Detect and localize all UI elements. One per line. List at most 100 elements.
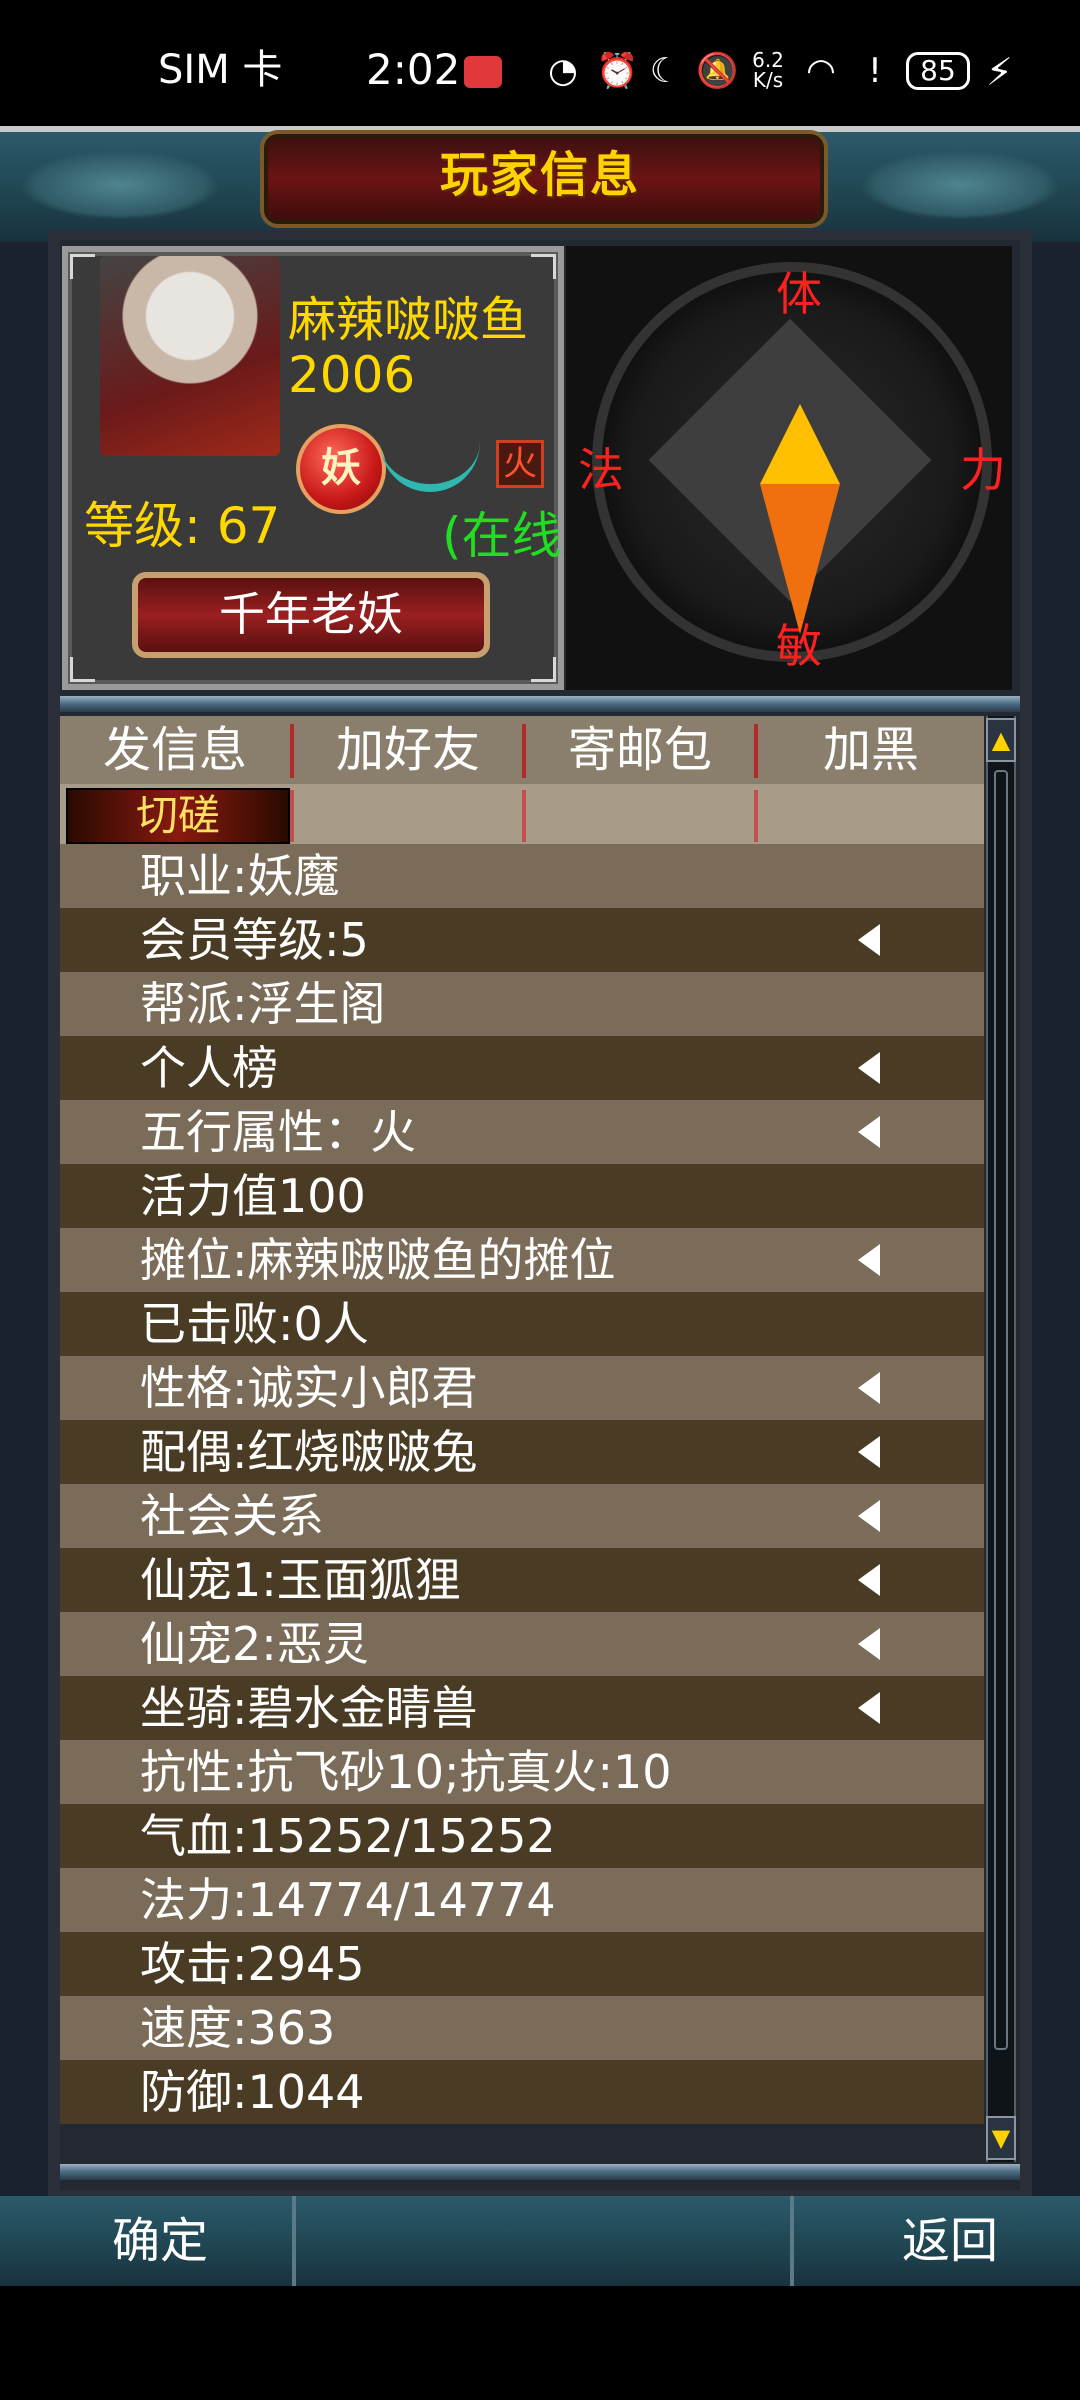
notification-icon xyxy=(464,56,502,88)
info-row: 法力:14774/14774 xyxy=(60,1868,984,1932)
clock: 2:02 xyxy=(366,45,461,94)
confirm-button[interactable]: 确定 xyxy=(60,2198,260,2284)
alarm-icon: ⏰ xyxy=(596,51,639,91)
info-row-label: 职业:妖魔 xyxy=(140,849,340,903)
race-badge-icon: 妖 xyxy=(296,424,386,514)
spar-button[interactable]: 切磋 xyxy=(66,788,290,844)
info-row: 速度:363 xyxy=(60,1996,984,2060)
status-bar: SIM 卡 2:02 ◔ ⏰ ☾ 🔕 6.2 K/s ◠ ! 85 ⚡ xyxy=(0,0,1080,126)
divider xyxy=(60,2164,1020,2180)
sim-status: SIM 卡 xyxy=(158,47,283,93)
info-row[interactable]: 性格:诚实小郎君 xyxy=(60,1356,984,1420)
info-row-label: 会员等级:5 xyxy=(140,913,369,967)
charging-icon: ⚡ xyxy=(986,50,1013,94)
expand-arrow-icon[interactable] xyxy=(858,1628,880,1660)
online-status: (在线) xyxy=(442,507,582,565)
expand-arrow-icon[interactable] xyxy=(858,1564,880,1596)
player-level: 等级: 67 xyxy=(84,497,281,555)
info-row-label: 坐骑:碧水金睛兽 xyxy=(140,1681,478,1735)
info-row-label: 摊位:麻辣啵啵鱼的摊位 xyxy=(140,1233,616,1287)
wifi-icon: ◠ xyxy=(806,51,836,91)
separator xyxy=(290,790,294,842)
player-id: 2006 xyxy=(288,346,416,404)
expand-arrow-icon[interactable] xyxy=(858,1244,880,1276)
page-title: 玩家信息 xyxy=(439,147,640,203)
expand-arrow-icon[interactable] xyxy=(858,1052,880,1084)
info-row[interactable]: 配偶:红烧啵啵兔 xyxy=(60,1420,984,1484)
info-row-label: 活力值100 xyxy=(140,1169,366,1223)
cloud-ornament-right xyxy=(860,150,1060,220)
divider xyxy=(60,696,1020,712)
corner-ornament xyxy=(531,657,556,682)
info-row-label: 仙宠1:玉面狐狸 xyxy=(140,1553,461,1607)
corner-ornament xyxy=(70,657,95,682)
info-row[interactable]: 个人榜 xyxy=(60,1036,984,1100)
data-icon: ◔ xyxy=(548,51,578,91)
info-row-label: 法力:14774/14774 xyxy=(140,1873,556,1927)
send-parcel-button[interactable]: 寄邮包 xyxy=(526,716,754,784)
moon-icon: ☾ xyxy=(649,51,681,91)
info-row-label: 仙宠2:恶灵 xyxy=(140,1617,369,1671)
alert-icon: ! xyxy=(868,51,882,91)
info-row-label: 性格:诚实小郎君 xyxy=(140,1361,478,1415)
info-row-label: 个人榜 xyxy=(140,1041,278,1095)
info-row[interactable]: 仙宠2:恶灵 xyxy=(60,1612,984,1676)
info-row: 帮派:浮生阁 xyxy=(60,972,984,1036)
info-row[interactable]: 会员等级:5 xyxy=(60,908,984,972)
info-row: 抗性:抗飞砂10;抗真火:10 xyxy=(60,1740,984,1804)
cloud-ornament-left xyxy=(20,150,220,220)
info-row: 攻击:2945 xyxy=(60,1932,984,1996)
network-speed: 6.2 K/s xyxy=(752,48,784,92)
back-button[interactable]: 返回 xyxy=(850,2198,1050,2284)
add-friend-button[interactable]: 加好友 xyxy=(294,716,522,784)
expand-arrow-icon[interactable] xyxy=(858,1692,880,1724)
attr-label-left: 法 xyxy=(578,443,624,497)
player-info-list[interactable]: 职业:妖魔会员等级:5 帮派:浮生阁 个人榜五行属性：火 活力值100 摊位:麻辣啵啵鱼… xyxy=(60,844,984,2164)
expand-arrow-icon[interactable] xyxy=(858,924,880,956)
separator xyxy=(754,790,758,842)
player-title-plaque: 千年老妖 xyxy=(132,572,490,658)
info-row[interactable]: 仙宠1:玉面狐狸 xyxy=(60,1548,984,1612)
separator xyxy=(522,790,526,842)
expand-arrow-icon[interactable] xyxy=(858,1436,880,1468)
info-row: 活力值100 xyxy=(60,1164,984,1228)
scroll-up-button[interactable]: ▲ xyxy=(986,718,1016,762)
info-row[interactable]: 五行属性：火 xyxy=(60,1100,984,1164)
separator xyxy=(292,2196,296,2286)
nav-area xyxy=(0,2286,1080,2400)
info-row: 职业:妖魔 xyxy=(60,844,984,908)
corner-ornament xyxy=(531,254,556,279)
expand-arrow-icon[interactable] xyxy=(858,1116,880,1148)
info-row-label: 攻击:2945 xyxy=(140,1937,365,1991)
fire-element-icon: 火 xyxy=(496,440,544,488)
info-row-label: 已击败:0人 xyxy=(140,1297,369,1351)
attr-label-top: 体 xyxy=(776,267,822,321)
corner-ornament xyxy=(70,254,95,279)
compass-needle-tail xyxy=(760,484,840,634)
scroll-down-button[interactable]: ▼ xyxy=(986,2116,1016,2160)
info-row-label: 气血:15252/15252 xyxy=(140,1809,556,1863)
info-row-label: 配偶:红烧啵啵兔 xyxy=(140,1425,478,1479)
player-name: 麻辣啵啵鱼 xyxy=(288,292,529,348)
info-row: 气血:15252/15252 xyxy=(60,1804,984,1868)
separator xyxy=(790,2196,794,2286)
info-row[interactable]: 坐骑:碧水金睛兽 xyxy=(60,1676,984,1740)
expand-arrow-icon[interactable] xyxy=(858,1372,880,1404)
mute-icon: 🔕 xyxy=(696,51,739,91)
expand-arrow-icon[interactable] xyxy=(858,1500,880,1532)
blacklist-button[interactable]: 加黑 xyxy=(758,716,984,784)
battery-icon: 85 xyxy=(906,52,970,90)
info-row-label: 社会关系 xyxy=(140,1489,324,1543)
compass-needle xyxy=(760,404,840,484)
info-row: 已击败:0人 xyxy=(60,1292,984,1356)
attr-label-right: 力 xyxy=(960,443,1006,497)
info-row: 防御:1044 xyxy=(60,2060,984,2124)
send-message-button[interactable]: 发信息 xyxy=(60,716,290,784)
info-row-label: 帮派:浮生阁 xyxy=(140,977,386,1031)
info-row-label: 抗性:抗飞砂10;抗真火:10 xyxy=(140,1745,672,1799)
scroll-thumb[interactable] xyxy=(994,770,1008,2050)
info-row[interactable]: 社会关系 xyxy=(60,1484,984,1548)
info-row[interactable]: 摊位:麻辣啵啵鱼的摊位 xyxy=(60,1228,984,1292)
info-row-label: 五行属性：火 xyxy=(140,1105,416,1159)
info-row-label: 速度:363 xyxy=(140,2001,336,2055)
